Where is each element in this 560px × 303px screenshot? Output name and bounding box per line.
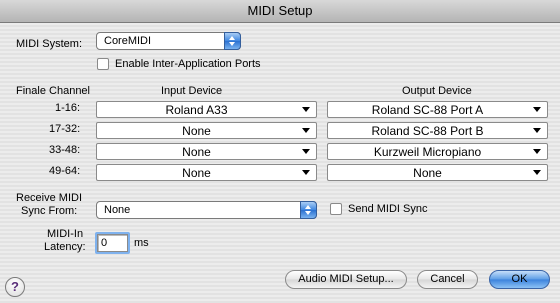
chevron-down-icon <box>302 128 310 133</box>
output-device-popup[interactable]: None <box>327 164 548 181</box>
latency-label-1: MIDI-In <box>47 228 84 240</box>
chevron-down-icon <box>302 170 310 175</box>
input-device-popup[interactable]: None <box>96 164 317 181</box>
channel-label: 1-16: <box>55 102 81 114</box>
window-titlebar: MIDI Setup <box>0 0 560 23</box>
output-device-popup[interactable]: Roland SC-88 Port B <box>327 122 548 139</box>
popup-arrows-icon <box>300 201 317 219</box>
input-device-value: None <box>182 166 211 180</box>
audio-midi-setup-label: Audio MIDI Setup... <box>298 273 394 285</box>
channel-label: 33-48: <box>49 144 81 156</box>
chevron-down-icon <box>533 149 541 154</box>
input-device-value: None <box>182 145 211 159</box>
output-device-value: Kurzweil Micropiano <box>373 145 482 159</box>
audio-midi-setup-button[interactable]: Audio MIDI Setup... <box>285 270 407 289</box>
finale-channel-header: Finale Channel <box>16 85 90 97</box>
receive-sync-value: None <box>104 204 131 216</box>
input-device-value: None <box>182 124 211 138</box>
cancel-button[interactable]: Cancel <box>417 270 478 289</box>
input-device-value: Roland A33 <box>165 103 228 117</box>
popup-arrows-icon <box>224 32 241 50</box>
input-device-popup[interactable]: None <box>96 143 317 160</box>
output-device-header: Output Device <box>402 85 472 97</box>
dialog-content: MIDI System: CoreMIDI Enable Inter-Appli… <box>0 23 560 303</box>
question-icon: ? <box>11 279 19 294</box>
chevron-down-icon <box>533 107 541 112</box>
chevron-down-icon <box>533 128 541 133</box>
window-title: MIDI Setup <box>247 3 313 18</box>
midi-system-value: CoreMIDI <box>104 35 152 47</box>
ok-label: OK <box>511 273 528 285</box>
output-device-value: Roland SC-88 Port A <box>371 103 484 117</box>
channel-label: 17-32: <box>49 123 81 135</box>
channel-label: 49-64: <box>49 165 81 177</box>
midi-system-popup[interactable]: CoreMIDI <box>96 32 241 50</box>
midi-system-label: MIDI System: <box>16 38 83 50</box>
output-device-popup[interactable]: Kurzweil Micropiano <box>327 143 548 160</box>
receive-sync-label-1: Receive MIDI <box>16 192 83 204</box>
latency-label-2: Latency: <box>44 241 86 253</box>
input-device-header: Input Device <box>161 85 223 97</box>
receive-sync-popup[interactable]: None <box>96 201 317 219</box>
output-device-value: Roland SC-88 Port B <box>371 124 484 138</box>
cancel-label: Cancel <box>430 273 465 285</box>
input-device-popup[interactable]: None <box>96 122 317 139</box>
chevron-down-icon <box>302 107 310 112</box>
input-device-popup[interactable]: Roland A33 <box>96 101 317 118</box>
enable-ports-checkbox[interactable] <box>97 58 109 70</box>
latency-unit: ms <box>134 237 149 249</box>
latency-value: 0 <box>101 237 108 249</box>
ok-button[interactable]: OK <box>489 270 550 289</box>
output-device-popup[interactable]: Roland SC-88 Port A <box>327 101 548 118</box>
output-device-value: None <box>413 166 442 180</box>
send-sync-label[interactable]: Send MIDI Sync <box>348 203 427 215</box>
chevron-down-icon <box>302 149 310 154</box>
send-sync-checkbox[interactable] <box>330 203 342 215</box>
help-button[interactable]: ? <box>5 277 25 297</box>
enable-ports-label[interactable]: Enable Inter-Application Ports <box>115 58 261 70</box>
chevron-down-icon <box>533 170 541 175</box>
receive-sync-label-2: Sync From: <box>21 205 78 217</box>
latency-input[interactable]: 0 <box>97 234 128 252</box>
